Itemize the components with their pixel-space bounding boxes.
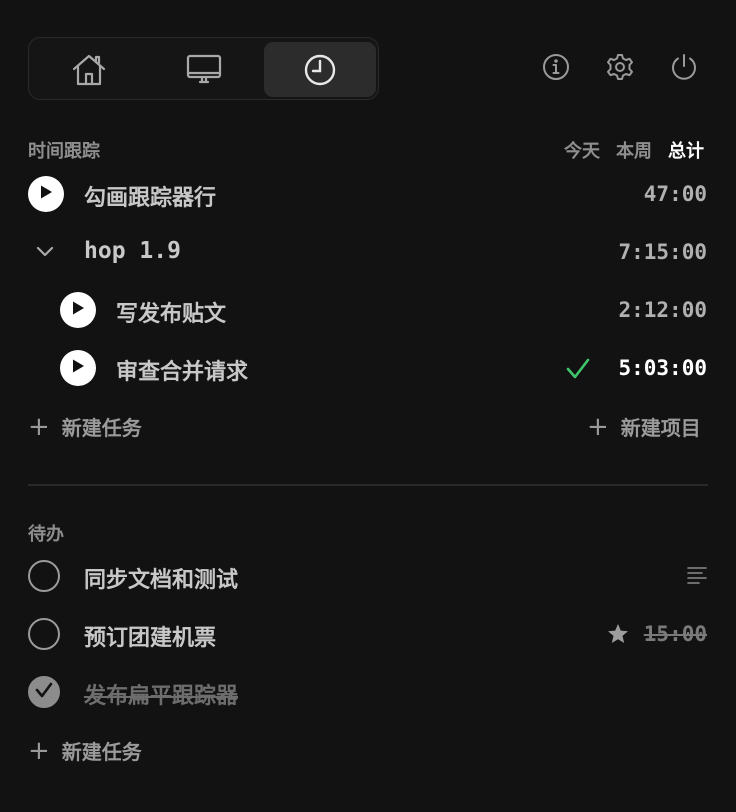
range-total[interactable]: 总计 <box>668 137 704 163</box>
check-icon <box>35 682 53 702</box>
add-project-label: 新建项目 <box>620 416 701 440</box>
collapse-toggle[interactable] <box>34 242 56 266</box>
range-week[interactable]: 本周 <box>616 137 652 163</box>
info-button[interactable] <box>541 54 571 84</box>
add-todo-label: 新建任务 <box>61 740 142 764</box>
add-todo-button[interactable]: + 新建任务 <box>28 736 142 765</box>
play-icon <box>38 184 54 204</box>
monitor-icon <box>186 54 222 86</box>
tab-clock[interactable] <box>264 42 376 97</box>
estimate-time: 15:00 <box>643 622 707 646</box>
subtask-label: 写发布贴文 <box>116 302 227 327</box>
todo-label: 预订团建机票 <box>84 626 217 651</box>
todo-checkbox[interactable] <box>28 618 60 650</box>
todo-checkbox-checked[interactable] <box>28 676 60 708</box>
time-tracking-title: 时间跟踪 <box>28 141 100 162</box>
settings-button[interactable] <box>605 54 635 84</box>
todo-title: 待办 <box>28 524 64 545</box>
project-time: 7:15:00 <box>618 240 707 264</box>
tab-home[interactable] <box>33 42 145 97</box>
task-time: 47:00 <box>643 182 707 206</box>
home-icon <box>71 53 107 87</box>
todo-label: 同步文档和测试 <box>84 568 239 593</box>
play-button[interactable] <box>60 350 96 386</box>
plus-icon: + <box>28 735 50 766</box>
range-today[interactable]: 今天 <box>564 137 600 163</box>
chevron-down-icon <box>34 246 56 266</box>
add-task-label: 新建任务 <box>61 416 142 440</box>
play-icon <box>70 358 86 378</box>
check-icon <box>566 358 590 384</box>
plus-icon: + <box>28 411 50 442</box>
todo-checkbox[interactable] <box>28 560 60 592</box>
subtask-label: 审查合并请求 <box>116 360 249 385</box>
add-task-button[interactable]: + 新建任务 <box>28 412 142 441</box>
add-project-button[interactable]: + 新建项目 <box>587 412 701 441</box>
plus-icon: + <box>587 411 609 442</box>
power-icon <box>670 53 698 85</box>
notes-icon <box>687 566 707 588</box>
view-tab-bar <box>28 37 379 100</box>
power-button[interactable] <box>669 54 699 84</box>
project-label: hop 1.9 <box>84 238 181 264</box>
todo-label-done: 发布扁平跟踪器 <box>84 684 239 709</box>
subtask-time: 2:12:00 <box>618 298 707 322</box>
task-label: 勾画跟踪器行 <box>84 186 217 211</box>
play-button[interactable] <box>60 292 96 328</box>
gear-icon <box>606 53 634 85</box>
star-icon <box>607 623 629 649</box>
tab-display[interactable] <box>148 42 260 97</box>
play-icon <box>70 300 86 320</box>
info-icon <box>542 53 570 85</box>
section-divider <box>28 484 708 486</box>
play-button[interactable] <box>28 176 64 212</box>
subtask-time: 5:03:00 <box>618 356 707 380</box>
clock-icon <box>303 53 337 87</box>
